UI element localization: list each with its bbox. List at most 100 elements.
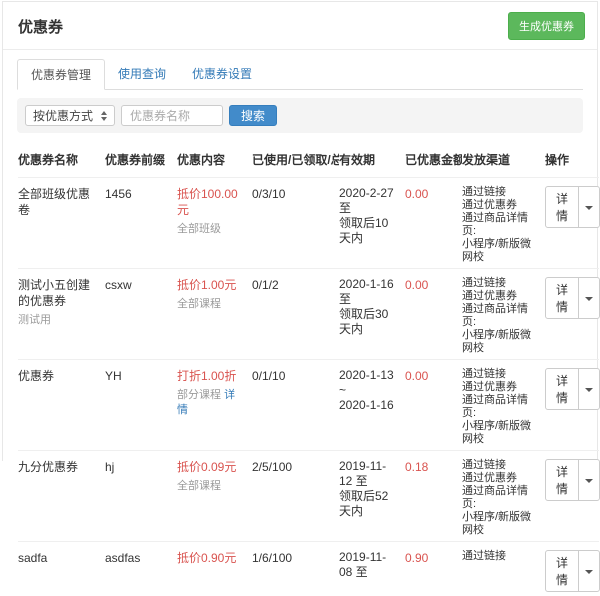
coupon-name: 全部班级优惠卷: [18, 186, 99, 218]
usage-count: 1/6/100: [252, 542, 339, 596]
discount-scope-line: 部分课程 详情: [177, 388, 246, 418]
discount-type-select-value: 按优惠方式: [33, 107, 93, 124]
tab-usage-query[interactable]: 使用查询: [105, 59, 179, 90]
discount-value: 抵价1.00元: [177, 277, 246, 293]
coupon-table: 优惠券名称 优惠券前缀 优惠内容 已使用/已领取/总数 有效期 已优惠金额 发放…: [18, 142, 599, 596]
distribution-channels: 通过链接 通过优惠券 通过商品详情页: 小程序/新版微网校: [462, 360, 545, 451]
detail-dropdown-button[interactable]: [578, 368, 600, 410]
coupon-content-cell: 抵价0.09元 全部课程: [177, 451, 252, 542]
coupon-name: sadfa: [18, 550, 99, 566]
usage-count: 0/1/10: [252, 360, 339, 451]
col-usage: 已使用/已领取/总数: [252, 142, 339, 178]
table-header-row: 优惠券名称 优惠券前缀 优惠内容 已使用/已领取/总数 有效期 已优惠金额 发放…: [18, 142, 599, 178]
tab-coupon-manage[interactable]: 优惠券管理: [17, 59, 105, 90]
discount-scope: 部分课程: [177, 389, 221, 401]
discount-scope: 全部课程: [177, 298, 221, 310]
validity-period: 2020-1-16 至 领取后30天内: [339, 269, 405, 360]
coupon-name: 九分优惠券: [18, 459, 99, 475]
col-validity: 有效期: [339, 142, 405, 178]
validity-period: 2020-2-27 至 领取后10天内: [339, 178, 405, 269]
col-coupon-content: 优惠内容: [177, 142, 252, 178]
table-row: sadfa asdfas 抵价0.90元 1/6/100 2019-11-08 …: [18, 542, 599, 596]
caret-down-icon: [585, 206, 593, 210]
discount-value: 抵价0.90元: [177, 550, 246, 566]
discounted-amount: 0.90: [405, 542, 462, 596]
discount-value: 抵价0.09元: [177, 459, 246, 475]
coupon-name-cell: 优惠券: [18, 360, 105, 451]
discount-scope: 全部班级: [177, 223, 221, 235]
coupon-name-cell: sadfa: [18, 542, 105, 596]
detail-button[interactable]: 详情: [545, 277, 579, 319]
detail-dropdown-button[interactable]: [578, 186, 600, 228]
col-coupon-name: 优惠券名称: [18, 142, 105, 178]
coupon-content-cell: 抵价100.00元 全部班级: [177, 178, 252, 269]
detail-button[interactable]: 详情: [545, 186, 579, 228]
generate-coupon-button[interactable]: 生成优惠券: [508, 12, 585, 40]
coupon-name-cell: 九分优惠券: [18, 451, 105, 542]
page-header: 优惠券 生成优惠券: [3, 2, 597, 50]
page-title: 优惠券: [18, 16, 63, 37]
col-coupon-prefix: 优惠券前缀: [105, 142, 177, 178]
discounted-amount: 0.18: [405, 451, 462, 542]
validity-period: 2019-11-12 至 领取后52天内: [339, 451, 405, 542]
table-row: 九分优惠券 hj 抵价0.09元 全部课程 2/5/100 2019-11-12…: [18, 451, 599, 542]
distribution-channels: 通过链接 通过优惠券 通过商品详情页: 小程序/新版微网校: [462, 269, 545, 360]
coupon-name-cell: 全部班级优惠卷: [18, 178, 105, 269]
discount-scope: 全部课程: [177, 480, 221, 492]
usage-count: 0/3/10: [252, 178, 339, 269]
coupon-name: 优惠券: [18, 368, 99, 384]
usage-count: 2/5/100: [252, 451, 339, 542]
action-cell: 详情: [545, 269, 599, 360]
coupon-table-body: 全部班级优惠卷 1456 抵价100.00元 全部班级 0/3/10 2020-…: [18, 178, 599, 596]
coupon-prefix: csxw: [105, 269, 177, 360]
validity-period: 2019-11-08 至: [339, 542, 405, 596]
distribution-channels: 通过链接 通过优惠券 通过商品详情页: 小程序/新版微网校: [462, 451, 545, 542]
search-button[interactable]: 搜索: [229, 105, 277, 126]
discount-value: 打折1.00折: [177, 368, 246, 384]
coupon-content-cell: 打折1.00折 部分课程 详情: [177, 360, 252, 451]
distribution-channels: 通过链接 通过优惠券 通过商品详情页: 小程序/新版微网校: [462, 178, 545, 269]
col-amount: 已优惠金额: [405, 142, 462, 178]
table-row: 优惠券 YH 打折1.00折 部分课程 详情 0/1/10 2020-1-13 …: [18, 360, 599, 451]
detail-button-group: 详情: [545, 550, 600, 592]
caret-down-icon: [585, 297, 593, 301]
coupon-prefix: YH: [105, 360, 177, 451]
discount-type-select[interactable]: 按优惠方式: [25, 105, 115, 126]
col-actions: 操作: [545, 142, 599, 178]
table-row: 测试小五创建的优惠券 测试用 csxw 抵价1.00元 全部课程 0/1/2 2…: [18, 269, 599, 360]
tab-bar: 优惠券管理 使用查询 优惠券设置: [17, 59, 583, 90]
coupon-prefix: 1456: [105, 178, 177, 269]
coupon-name: 测试小五创建的优惠券: [18, 277, 99, 309]
detail-button-group: 详情: [545, 368, 600, 410]
caret-down-icon: [585, 479, 593, 483]
detail-button-group: 详情: [545, 186, 600, 228]
tab-coupon-settings[interactable]: 优惠券设置: [179, 59, 265, 90]
detail-dropdown-button[interactable]: [578, 550, 600, 592]
action-cell: 详情: [545, 542, 599, 596]
coupon-content-cell: 抵价0.90元: [177, 542, 252, 596]
caret-down-icon: [585, 388, 593, 392]
discounted-amount: 0.00: [405, 178, 462, 269]
detail-dropdown-button[interactable]: [578, 277, 600, 319]
coupon-name-input[interactable]: [121, 105, 223, 126]
validity-period: 2020-1-13 ~ 2020-1-16: [339, 360, 405, 451]
table-row: 全部班级优惠卷 1456 抵价100.00元 全部班级 0/3/10 2020-…: [18, 178, 599, 269]
coupon-prefix: asdfas: [105, 542, 177, 596]
action-cell: 详情: [545, 178, 599, 269]
discount-value: 抵价100.00元: [177, 186, 246, 218]
discount-scope-line: 全部课程: [177, 297, 246, 312]
caret-down-icon: [585, 570, 593, 574]
select-updown-icon: [101, 111, 107, 121]
detail-button[interactable]: 详情: [545, 459, 579, 501]
action-cell: 详情: [545, 360, 599, 451]
detail-button-group: 详情: [545, 459, 600, 501]
filter-bar: 按优惠方式 搜索: [17, 98, 583, 133]
coupon-name-note: 测试用: [18, 313, 99, 328]
detail-button[interactable]: 详情: [545, 550, 579, 592]
discounted-amount: 0.00: [405, 360, 462, 451]
detail-dropdown-button[interactable]: [578, 459, 600, 501]
action-cell: 详情: [545, 451, 599, 542]
discount-scope-line: 全部班级: [177, 222, 246, 237]
detail-button[interactable]: 详情: [545, 368, 579, 410]
col-channels: 发放渠道: [462, 142, 545, 178]
